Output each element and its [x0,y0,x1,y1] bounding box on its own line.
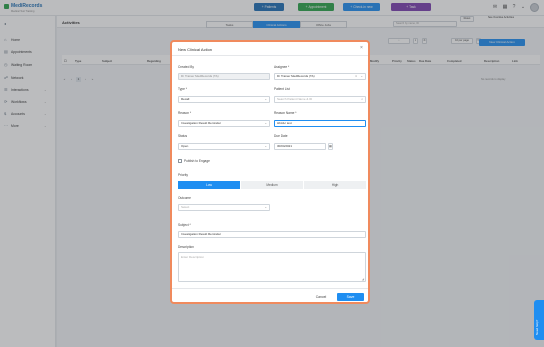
calendar-icon[interactable]: ▦ [328,143,333,150]
type-select[interactable]: Recall ⌄ [178,96,270,103]
priority-label: Priority [178,173,188,177]
chevron-down-icon: ⌄ [264,144,267,148]
reason-select[interactable]: Investigation Result Reminder ⌄ [178,120,270,127]
priority-low-button[interactable]: Low [178,181,240,189]
resize-handle-icon[interactable]: ◢ [362,277,364,281]
close-icon[interactable]: × [360,45,363,51]
save-button[interactable]: Save [337,293,364,301]
publish-to-engage-checkbox[interactable] [178,159,182,163]
description-textarea[interactable]: Enter Description ◢ [178,252,366,282]
assignee-select[interactable]: Dr Trainer MedRecords (TA) × ⌄ [274,73,366,80]
created-by-label: Created By [178,65,194,69]
dialog-title: New Clinical Action [178,47,213,52]
priority-high-button[interactable]: High [304,181,366,189]
chevron-down-icon: ⌄ [264,121,267,125]
search-icon: ⌕ [361,97,363,101]
reason-name-label: Reason Name * [274,111,297,115]
outcome-placeholder: Select [181,205,190,209]
divider [172,288,368,289]
assignee-label: Assignee * [274,65,290,69]
chevron-down-icon: ⌄ [264,97,267,101]
description-label: Description [178,245,194,249]
status-label: Status [178,134,188,138]
need-help-tab[interactable]: Need help? [534,300,544,340]
chevron-down-icon: ⌄ [264,205,267,209]
status-value: Open [181,144,189,148]
reason-name-input[interactable]: HbA1c test [274,120,366,127]
outcome-label: Outcome [178,196,191,200]
publish-to-engage-label: Publish to Engage [184,159,210,163]
subject-input[interactable]: Investigation Result Reminder [178,231,366,238]
subject-label: Subject * [178,223,191,227]
description-placeholder: Enter Description [181,255,205,259]
due-date-label: Due Date [274,134,288,138]
patient-search-input[interactable]: Search Patient Name & ID ⌕ [274,96,366,103]
assignee-value: Dr Trainer MedRecords (TA) [277,74,315,78]
reason-label: Reason * [178,111,192,115]
due-date-input[interactable]: 30/04/2021 [274,143,326,150]
chevron-down-icon: ⌄ [360,74,363,78]
patient-list-label: Patient List [274,87,290,91]
need-help-label: Need help? [535,319,539,335]
divider [172,55,368,56]
created-by-field: Dr Trainer MedRecords (TA) [178,73,270,80]
clear-icon[interactable]: × [355,74,357,79]
outcome-select[interactable]: Select ⌄ [178,204,270,211]
cancel-button[interactable]: Cancel [310,293,332,301]
type-value: Recall [181,97,190,101]
priority-medium-button[interactable]: Medium [241,181,303,189]
patient-search-placeholder: Search Patient Name & ID [277,97,313,101]
status-select[interactable]: Open ⌄ [178,143,270,150]
type-label: Type * [178,87,188,91]
reason-value: Investigation Result Reminder [181,121,222,125]
new-clinical-action-dialog: New Clinical Action × Created By Dr Trai… [170,40,370,304]
